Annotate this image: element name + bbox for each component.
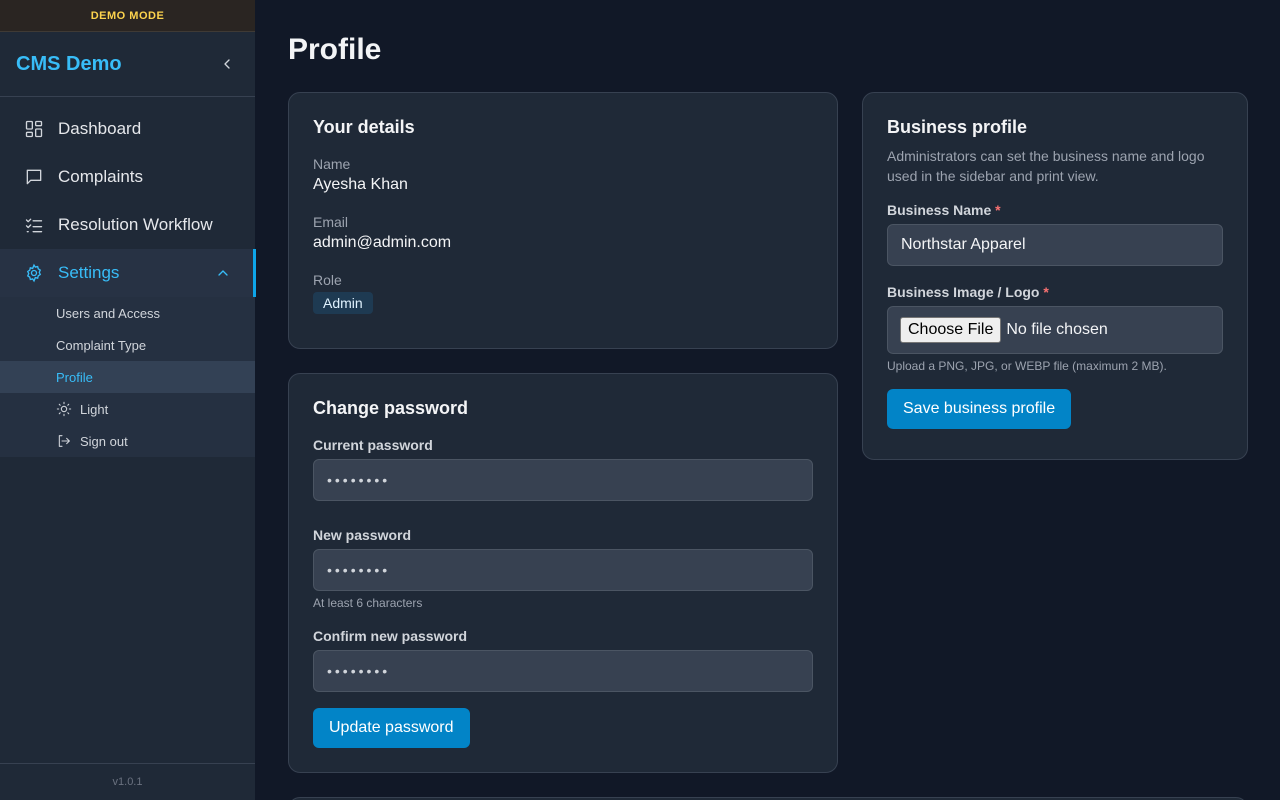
sidebar-nav: Dashboard Complaints Resolution Workflow…	[0, 97, 256, 457]
sidebar-item-label: Dashboard	[58, 119, 142, 138]
business-logo-file-input[interactable]: Choose File No file chosen	[887, 306, 1223, 354]
sidebar-item-settings[interactable]: Settings	[0, 249, 256, 297]
collapse-sidebar-button[interactable]	[215, 52, 239, 76]
sidebar-item-complaints[interactable]: Complaints	[0, 153, 255, 201]
file-status: No file chosen	[1006, 321, 1108, 338]
choose-file-button[interactable]: Choose File	[900, 317, 1002, 343]
card-title: Your details	[313, 117, 415, 137]
role-label: Role	[313, 272, 342, 288]
your-details-card: Your details Name Ayesha Khan Email admi…	[288, 92, 838, 349]
confirm-password-input[interactable]: ••••••••	[313, 650, 813, 692]
sidebar: DEMO MODE CMS Demo Dashboard Complaints …	[0, 0, 256, 800]
new-password-input[interactable]: ••••••••	[313, 549, 813, 591]
current-password-label: Current password	[313, 437, 433, 453]
change-password-card: Change password Current password •••••••…	[288, 373, 838, 773]
email-label: Email	[313, 214, 349, 230]
demo-mode-banner: DEMO MODE	[0, 0, 255, 32]
business-profile-card: Business profile Administrators can set …	[862, 92, 1248, 460]
new-password-label: New password	[313, 527, 412, 543]
brand-title[interactable]: CMS Demo	[16, 53, 122, 76]
sign-out-label: Sign out	[80, 433, 128, 449]
name-value: Ayesha Khan	[313, 176, 408, 193]
brand-row: CMS Demo	[0, 32, 255, 97]
card-title: Change password	[313, 398, 469, 418]
card-title: Business profile	[887, 117, 1028, 137]
gear-icon	[26, 263, 42, 283]
name-label: Name	[313, 156, 351, 172]
sign-out-icon	[58, 435, 70, 447]
sidebar-item-resolution-workflow[interactable]: Resolution Workflow	[0, 201, 255, 249]
sidebar-item-label: Resolution Workflow	[58, 215, 213, 234]
confirm-password-label: Confirm new password	[313, 628, 468, 644]
business-profile-description: Administrators can set the business name…	[887, 148, 1205, 184]
sidebar-subitem-users-and-access[interactable]: Users and Access	[0, 297, 255, 329]
sidebar-item-label: Complaints	[58, 167, 144, 186]
current-password-input[interactable]: ••••••••	[313, 459, 813, 501]
required-marker: *	[1043, 284, 1049, 300]
email-value: admin@admin.com	[313, 234, 452, 251]
business-logo-label: Business Image / Logo *	[887, 284, 1223, 300]
logo-upload-hint: Upload a PNG, JPG, or WEBP file (maximum…	[887, 359, 1167, 373]
settings-submenu: Users and Access Complaint Type Profile …	[0, 297, 255, 457]
business-logo-label-text: Business Image / Logo	[887, 284, 1040, 300]
theme-toggle-label: Light	[80, 401, 109, 417]
business-name-label: Business Name *	[887, 202, 1223, 218]
required-marker: *	[995, 202, 1001, 218]
dashboard-icon	[25, 120, 43, 138]
sidebar-subitem-profile[interactable]: Profile	[0, 361, 255, 393]
sidebar-item-dashboard[interactable]: Dashboard	[0, 105, 255, 153]
save-business-profile-button[interactable]: Save business profile	[887, 389, 1072, 429]
sidebar-item-label: Settings	[58, 263, 120, 282]
new-password-hint: At least 6 characters	[313, 596, 423, 610]
chevron-up-icon	[218, 270, 228, 276]
page-title: Profile	[288, 33, 382, 66]
theme-toggle-button[interactable]: Light	[0, 393, 255, 425]
app-version: v1.0.1	[0, 763, 255, 800]
chevron-left-icon	[224, 59, 230, 69]
role-badge: Admin	[313, 292, 373, 314]
sun-icon	[56, 401, 72, 417]
business-name-input[interactable]: Northstar Apparel	[887, 224, 1223, 266]
sign-out-button[interactable]: Sign out	[0, 425, 255, 457]
business-name-label-text: Business Name	[887, 202, 992, 218]
main-content: Profile Your details Name Ayesha Khan Em…	[256, 0, 1280, 800]
update-password-button[interactable]: Update password	[313, 708, 470, 748]
sidebar-subitem-complaint-type[interactable]: Complaint Type	[0, 329, 255, 361]
checklist-icon	[25, 218, 43, 233]
chat-bubble-icon	[26, 169, 42, 185]
